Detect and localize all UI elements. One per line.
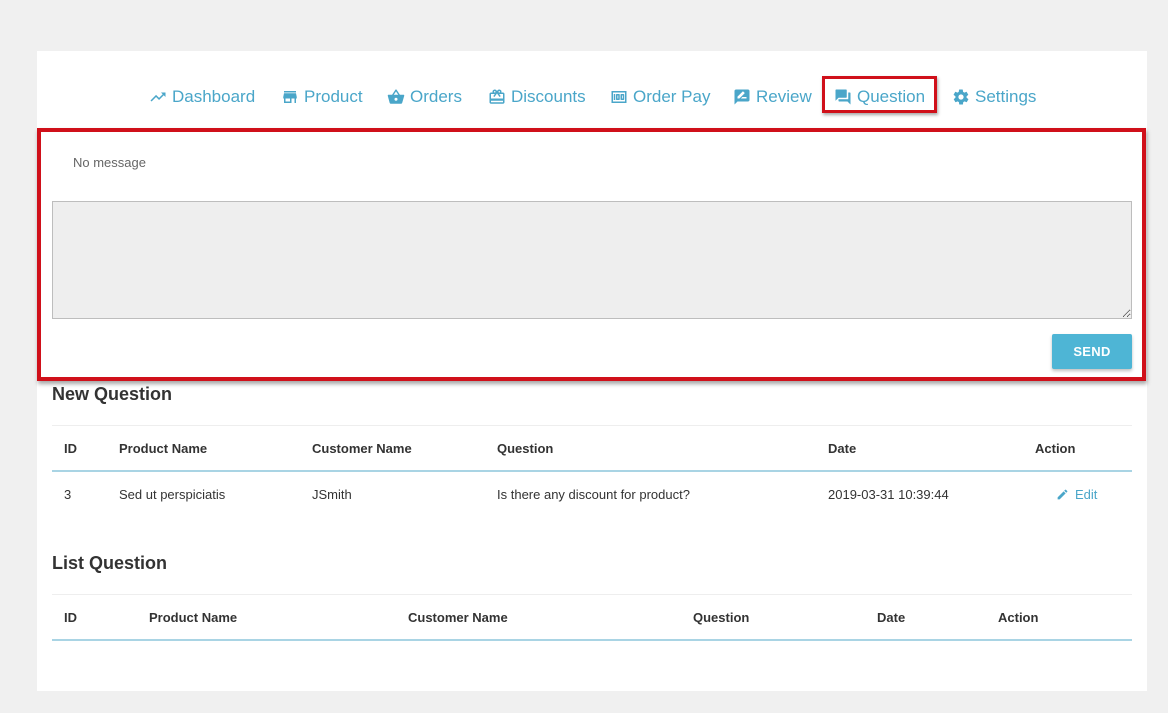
column-header-customer-name: Customer Name: [408, 610, 508, 625]
column-header-action: Action: [1035, 441, 1076, 456]
column-header-product-name: Product Name: [119, 441, 208, 456]
column-header-customer-name: Customer Name: [312, 441, 412, 456]
list-question-title: List Question: [52, 553, 168, 573]
money-icon: [611, 91, 627, 103]
column-header-id: ID: [64, 441, 77, 456]
column-header-date: Date: [828, 441, 857, 456]
nav-label: Settings: [975, 87, 1037, 106]
table-top-divider: [52, 425, 1132, 426]
gear-icon: [953, 89, 969, 105]
cell-date: 2019-03-31 10:39:44: [828, 487, 949, 502]
new-question-table: ID Product Name Customer Name Question D…: [52, 425, 1132, 505]
cell-customer-name: JSmith: [312, 487, 352, 502]
nav-item-dashboard[interactable]: Dashboard: [149, 86, 255, 108]
basket-icon: [387, 89, 405, 104]
nav-item-product[interactable]: Product: [281, 86, 363, 108]
table-header-divider: [52, 639, 1132, 641]
table-header-divider: [52, 470, 1132, 472]
column-header-product-name: Product Name: [149, 610, 238, 625]
nav-item-settings[interactable]: Settings: [952, 86, 1036, 108]
nav-label: Order Pay: [633, 87, 711, 106]
nav-label: Review: [756, 87, 812, 106]
trending-up-icon: [150, 92, 166, 102]
column-header-question: Question: [693, 610, 750, 625]
active-tab-highlight: [822, 76, 937, 113]
cell-question: Is there any discount for product?: [497, 487, 690, 502]
store-icon: [283, 91, 297, 103]
main-panel: Dashboard Product Orders Discounts Order…: [37, 51, 1147, 691]
column-header-question: Question: [497, 441, 554, 456]
column-header-date: Date: [877, 610, 906, 625]
nav-label: Orders: [410, 87, 462, 106]
list-question-table: ID Product Name Customer Name Question D…: [52, 594, 1132, 644]
column-header-action: Action: [998, 610, 1039, 625]
gift-card-icon: [489, 89, 505, 104]
nav-item-order-pay[interactable]: Order Pay: [610, 86, 710, 108]
pencil-icon: [1057, 489, 1068, 500]
column-header-id: ID: [64, 610, 77, 625]
rate-review-icon: [734, 89, 750, 105]
message-textarea[interactable]: [52, 201, 1132, 319]
nav-label[interactable]: Discounts: [511, 87, 586, 107]
send-button[interactable]: SEND: [1052, 334, 1132, 369]
cell-id: 3: [64, 487, 72, 502]
table-top-divider: [52, 594, 1132, 595]
nav-item-orders[interactable]: Orders: [387, 86, 462, 108]
nav-item-discounts[interactable]: Discounts: [488, 86, 586, 108]
edit-label: Edit: [1075, 487, 1098, 502]
edit-button[interactable]: Edit: [1056, 487, 1097, 502]
nav-label: Dashboard: [172, 87, 256, 106]
new-question-title: New Question: [52, 384, 173, 404]
nav-label: Product: [304, 87, 363, 106]
message-status: No message: [73, 155, 146, 170]
nav-item-review[interactable]: Review: [733, 86, 812, 108]
cell-product-name: Sed ut perspiciatis: [119, 487, 226, 502]
